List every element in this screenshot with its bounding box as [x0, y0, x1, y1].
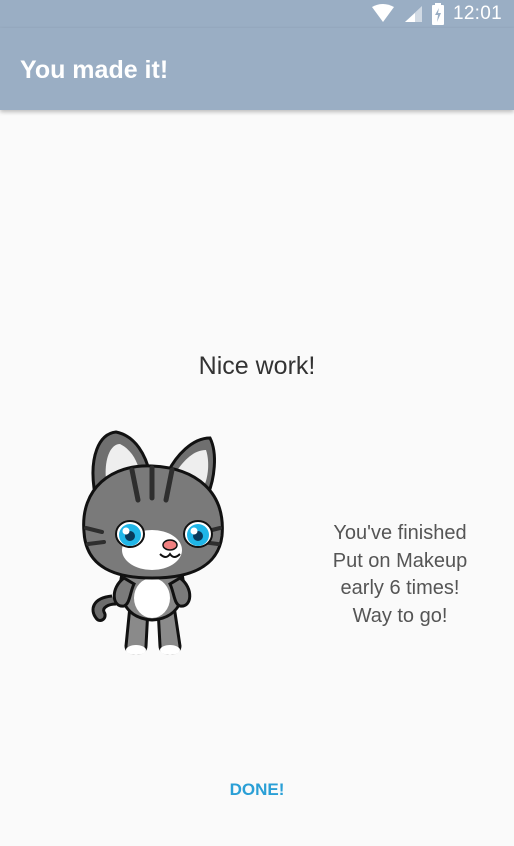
message-line: Way to go!: [352, 604, 448, 627]
battery-charging-icon: [431, 3, 444, 25]
headline: Nice work!: [198, 352, 316, 380]
completion-message: You've finished Put on Makeup early 6 ti…: [300, 520, 500, 630]
completion-screen: 12:01 You made it! Nice work! You've fin…: [0, 0, 514, 846]
wifi-icon: [371, 4, 394, 22]
status-icons: 12:01: [371, 2, 502, 26]
cat-mascot-image: [82, 430, 224, 655]
page-title: You made it!: [20, 56, 169, 84]
message-line: Put on Makeup: [332, 549, 468, 572]
message-line: early 6 times!: [340, 577, 460, 599]
status-bar: 12:01: [0, 0, 514, 28]
cell-signal-icon: [404, 6, 422, 22]
status-time: 12:01: [452, 3, 502, 24]
app-bar: You made it!: [0, 28, 514, 110]
done-button[interactable]: DONE!: [197, 770, 317, 810]
message-line: You've finished: [333, 522, 467, 544]
